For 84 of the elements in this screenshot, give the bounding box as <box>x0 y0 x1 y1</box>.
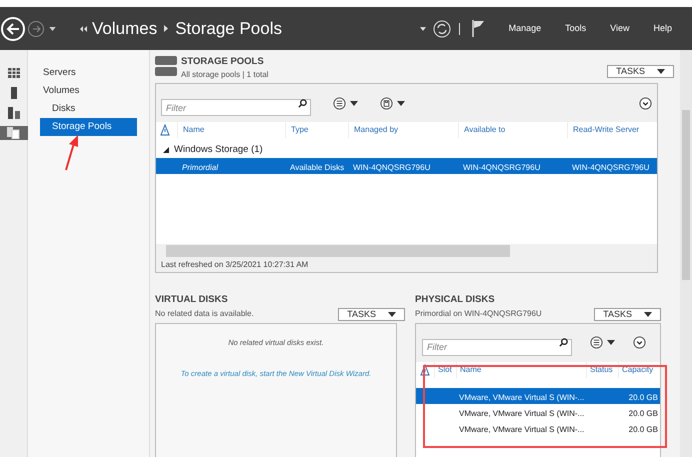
last-refreshed-text: Last refreshed on 3/25/2021 10:27:31 AM <box>161 259 308 272</box>
nav-item[interactable]: Servers <box>40 64 137 82</box>
section-subtitle: Primordial on WIN-4QNQSRG796U <box>415 308 542 320</box>
list-view-button[interactable] <box>333 96 358 110</box>
expand-icon[interactable] <box>633 336 646 349</box>
forward-button[interactable] <box>28 20 44 36</box>
server-icon <box>10 87 16 99</box>
table-cell: WIN-4QNQSRG796U <box>353 163 430 172</box>
column-header[interactable]: Name <box>183 124 204 136</box>
caret-icon <box>657 69 665 74</box>
warning-sort-icon <box>420 364 430 376</box>
column-header[interactable]: Status <box>590 364 613 376</box>
storage-pool-icon <box>155 55 177 77</box>
nav-item[interactable]: Storage Pools <box>40 118 137 136</box>
flag-icon[interactable] <box>472 20 485 37</box>
group-toggle-icon[interactable] <box>163 147 169 154</box>
table-row[interactable]: VMware, VMware Virtual S (WIN-... 20.0 GB <box>416 420 660 436</box>
list-view-icon <box>590 336 603 349</box>
group-label: Windows Storage (1) <box>174 143 263 158</box>
column-header[interactable]: Read-Write Server <box>573 124 640 136</box>
table-row[interactable]: VMware, VMware Virtual S (WIN-... 20.0 GB <box>416 388 660 404</box>
table-row[interactable]: VMware, VMware Virtual S (WIN-... 20.0 GB <box>416 404 660 420</box>
section-subtitle: All storage pools | 1 total <box>181 69 268 82</box>
filter-field[interactable]: Filter <box>422 338 572 356</box>
section-title: STORAGE POOLS <box>181 55 265 69</box>
menu-item[interactable]: View <box>610 22 630 36</box>
caret-icon <box>388 312 396 316</box>
table-row[interactable]: Primordial Available Disks WIN-4QNQSRG796U WIN-4QNQSRG796U WIN-4QNQSRG796U <box>156 158 657 174</box>
caret-icon <box>607 340 615 345</box>
column-header[interactable]: Type <box>291 124 308 136</box>
list-view-icon <box>333 96 346 110</box>
dashboard-grid-icon <box>8 68 20 78</box>
table-cell: Primordial <box>182 163 218 172</box>
search-icon[interactable] <box>559 338 568 347</box>
horizontal-scrollbar[interactable] <box>156 244 657 258</box>
tasks-button[interactable]: TASKS <box>594 308 661 320</box>
forward-arrow-icon <box>32 24 40 32</box>
caret-icon <box>397 100 405 106</box>
table-cell: WIN-4QNQSRG796U <box>572 163 650 172</box>
menu-item[interactable]: Tools <box>565 22 586 36</box>
caret-icon <box>350 100 358 106</box>
save-query-button[interactable] <box>380 96 405 110</box>
vertical-scrollbar[interactable] <box>680 50 692 457</box>
section-title: PHYSICAL DISKS <box>415 293 496 308</box>
breadcrumb-separator-icon <box>164 25 168 32</box>
table-cell: 20.0 GB <box>628 408 658 418</box>
table-cell: 20.0 GB <box>628 392 658 402</box>
table-cell: WIN-4QNQSRG796U <box>463 163 540 172</box>
refresh-icon[interactable] <box>432 20 451 38</box>
column-header[interactable]: Name <box>460 364 482 376</box>
file-services-icon <box>7 127 20 139</box>
column-header[interactable]: Available to <box>464 124 506 136</box>
column-header[interactable]: Managed by <box>354 124 398 136</box>
search-icon[interactable] <box>298 98 307 108</box>
history-caret-icon[interactable] <box>49 26 56 30</box>
nav-item[interactable]: Disks <box>40 100 137 118</box>
caret-icon <box>644 312 652 316</box>
breadcrumb-item[interactable]: Storage Pools <box>175 16 282 42</box>
menu-item[interactable]: Help <box>653 22 672 36</box>
section-subtitle: No related data is available. <box>155 308 254 320</box>
back-button[interactable] <box>1 16 25 40</box>
nav-strip-button[interactable] <box>0 126 28 140</box>
annotation-arrow <box>64 135 80 171</box>
table-cell: Available Disks <box>290 163 344 172</box>
tasks-button[interactable]: TASKS <box>338 308 405 320</box>
save-query-icon <box>380 96 393 110</box>
back-arrow-icon <box>6 22 20 34</box>
warning-sort-icon <box>160 124 170 136</box>
double-chevron-icon[interactable] <box>80 26 87 32</box>
caret-icon[interactable] <box>420 26 426 30</box>
table-cell: VMware, VMware Virtual S (WIN-... <box>459 408 584 418</box>
table-cell: VMware, VMware Virtual S (WIN-... <box>459 424 584 434</box>
list-view-button[interactable] <box>590 336 615 349</box>
filter-field[interactable]: Filter <box>161 99 311 116</box>
servers-icon <box>8 107 20 119</box>
tasks-button[interactable]: TASKS <box>607 65 674 78</box>
expand-icon[interactable] <box>639 96 652 110</box>
table-cell: 20.0 GB <box>628 424 658 434</box>
menu-item[interactable]: Manage <box>508 22 542 36</box>
nav-item[interactable]: Volumes <box>40 82 137 100</box>
column-header[interactable]: Capacity <box>622 364 654 376</box>
table-cell: VMware, VMware Virtual S (WIN-... <box>459 392 584 402</box>
breadcrumb-item[interactable]: Volumes <box>92 16 158 42</box>
section-title: VIRTUAL DISKS <box>155 293 229 308</box>
